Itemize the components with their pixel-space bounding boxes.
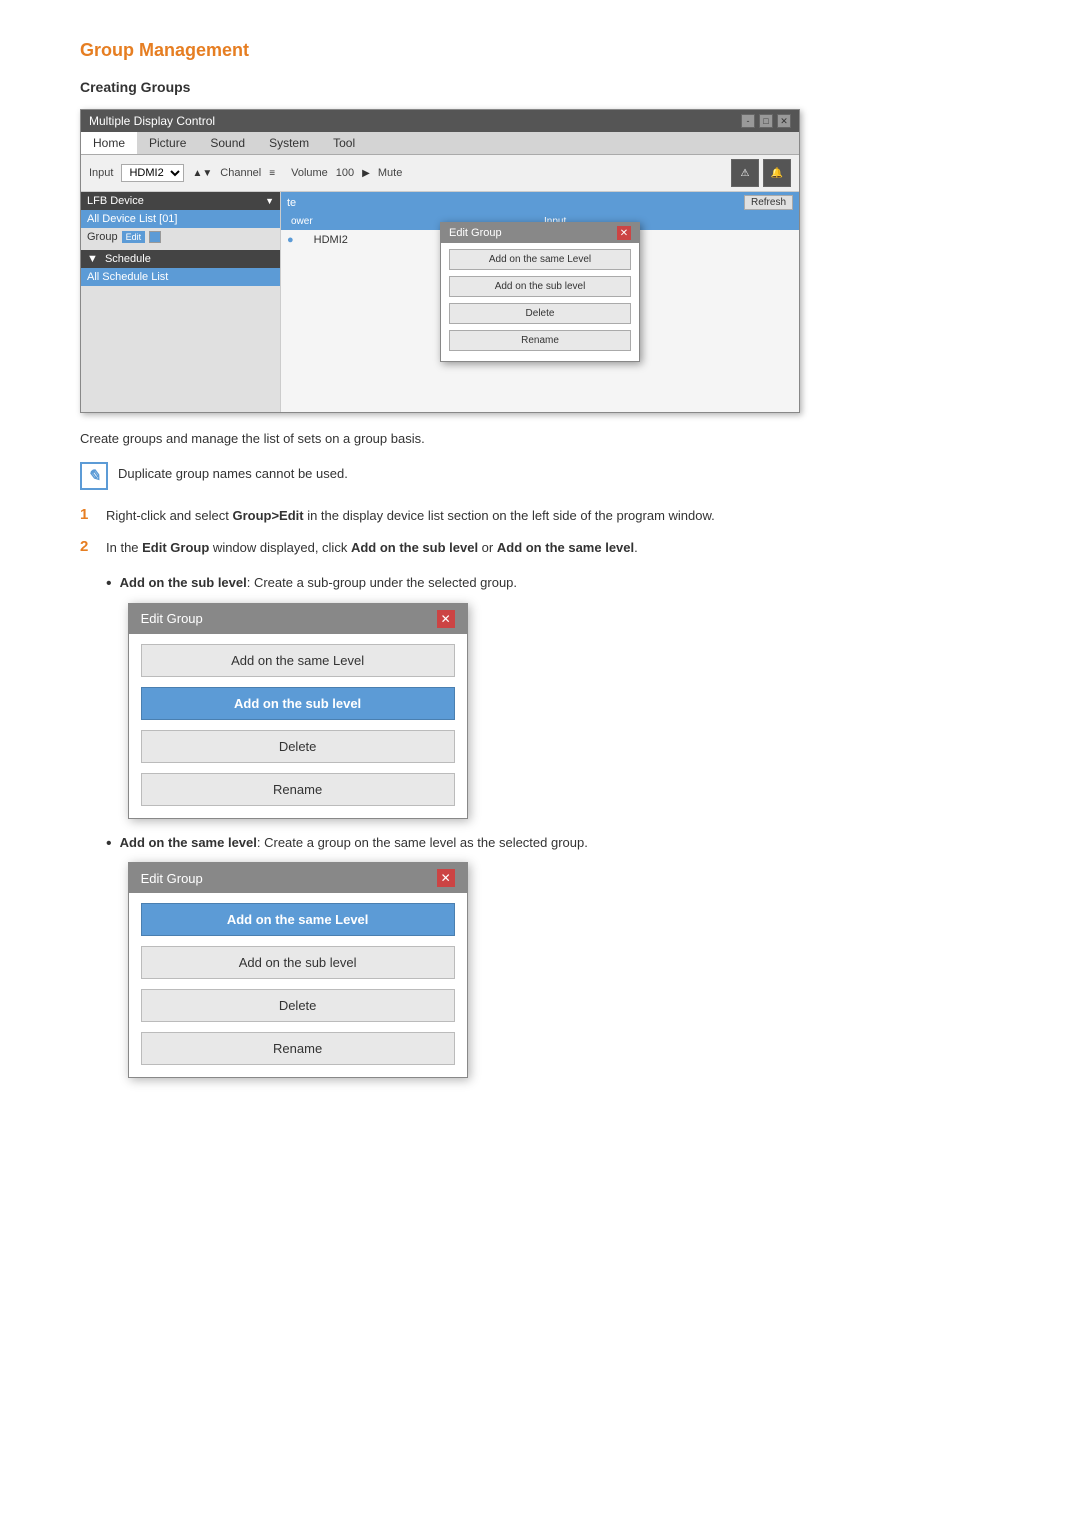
small-delete-btn[interactable]: Delete [449, 303, 631, 324]
step-1: 1 Right-click and select Group>Edit in t… [80, 506, 1000, 526]
edit-group-dialog-2: Edit Group ✕ Add on the same Level Add o… [128, 862, 468, 1078]
app-toolbar: Input HDMI2 ▲▼ Channel ≡ Volume 100 ▶ Mu… [81, 155, 799, 192]
dialog-1-rename-btn[interactable]: Rename [141, 773, 455, 806]
dialog-2-title: Edit Group [141, 871, 203, 886]
app-main-header: te Refresh [281, 192, 799, 213]
input-value: HDMI2 [314, 234, 348, 246]
step-2-text: In the Edit Group window displayed, clic… [106, 538, 638, 558]
sub-item-1: • Add on the sub level: Create a sub-gro… [106, 573, 1000, 819]
channel-label: Channel [220, 167, 261, 179]
titlebar-controls: - □ ✕ [741, 114, 791, 128]
step-2-number: 2 [80, 538, 96, 555]
small-add-sub-level-btn[interactable]: Add on the sub level [449, 276, 631, 297]
close-btn[interactable]: ✕ [777, 114, 791, 128]
menu-system[interactable]: System [257, 132, 321, 154]
small-add-same-level-btn[interactable]: Add on the same Level [449, 249, 631, 270]
bullet-2: • [106, 834, 112, 853]
note-text: Duplicate group names cannot be used. [118, 462, 348, 481]
edit-group-dialog-small: Edit Group ✕ Add on the same Level Add o… [440, 222, 640, 362]
sub-items: • Add on the sub level: Create a sub-gro… [106, 573, 1000, 1078]
dialog-title-small: Edit Group [449, 227, 502, 239]
app-sidebar: LFB Device ▼ All Device List [01] Group … [81, 192, 281, 412]
dialog-2-rename-btn[interactable]: Rename [141, 1032, 455, 1065]
note-box: ✎ Duplicate group names cannot be used. [80, 462, 1000, 490]
dialog-1-title: Edit Group [141, 611, 203, 626]
dialog-1-delete-btn[interactable]: Delete [141, 730, 455, 763]
dialog-2-delete-btn[interactable]: Delete [141, 989, 455, 1022]
dialog-2-add-same-btn[interactable]: Add on the same Level [141, 903, 455, 936]
mute-label[interactable]: Mute [378, 167, 402, 179]
minimize-btn[interactable]: - [741, 114, 755, 128]
schedule-header: ▼ Schedule [81, 250, 280, 268]
sub-item-2: • Add on the same level: Create a group … [106, 833, 1000, 1079]
all-devices-item[interactable]: All Device List [01] [81, 210, 280, 228]
input-label: Input [89, 167, 113, 179]
app-window: Multiple Display Control - □ ✕ Home Pict… [80, 109, 800, 413]
fault-device-icon: ⚠ [731, 159, 759, 187]
lfb-device-header: LFB Device ▼ [81, 192, 280, 210]
refresh-button[interactable]: Refresh [744, 195, 793, 210]
toolbar-icons: ⚠ 🔔 [731, 159, 791, 187]
bullet-1: • [106, 574, 112, 593]
dialog-1-close[interactable]: ✕ [437, 610, 455, 628]
main-header-text: te [287, 197, 296, 209]
sub-item-2-text: Add on the same level: Create a group on… [120, 833, 1000, 853]
menu-picture[interactable]: Picture [137, 132, 198, 154]
dialog-2-close[interactable]: ✕ [437, 869, 455, 887]
menu-tool[interactable]: Tool [321, 132, 367, 154]
dialog-1-add-same-btn[interactable]: Add on the same Level [141, 644, 455, 677]
app-main: te Refresh ower Input ● HDMI2 Edit Group… [281, 192, 799, 412]
schedule-section: ▼ Schedule All Schedule List [81, 250, 280, 286]
menu-home[interactable]: Home [81, 132, 137, 154]
app-window-title: Multiple Display Control [89, 114, 215, 128]
step-1-number: 1 [80, 506, 96, 523]
fault-device-alert-icon: 🔔 [763, 159, 791, 187]
volume-value: 100 [336, 167, 354, 179]
all-schedule-item[interactable]: All Schedule List [81, 268, 280, 286]
section-title: Creating Groups [80, 79, 1000, 95]
dialog-2-add-sub-btn[interactable]: Add on the sub level [141, 946, 455, 979]
note-icon: ✎ [80, 462, 108, 490]
dialog-close-small[interactable]: ✕ [617, 226, 631, 240]
app-menubar: Home Picture Sound System Tool [81, 132, 799, 155]
dialog-1-add-sub-btn[interactable]: Add on the sub level [141, 687, 455, 720]
hdmi-select[interactable]: HDMI2 [121, 164, 184, 182]
description: Create groups and manage the list of set… [80, 431, 1000, 446]
steps-list: 1 Right-click and select Group>Edit in t… [80, 506, 1000, 557]
small-rename-btn[interactable]: Rename [449, 330, 631, 351]
step-1-text: Right-click and select Group>Edit in the… [106, 506, 715, 526]
group-checkbox[interactable] [149, 231, 161, 243]
sub-item-1-content: Add on the sub level: Create a sub-group… [120, 573, 1000, 819]
power-circle: ● [287, 234, 294, 246]
dialog-titlebar-1: Edit Group ✕ [129, 604, 467, 634]
edit-button[interactable]: Edit [122, 231, 146, 243]
sub-item-2-content: Add on the same level: Create a group on… [120, 833, 1000, 1079]
page-title: Group Management [80, 40, 1000, 61]
dialog-titlebar-2: Edit Group ✕ [129, 863, 467, 893]
dialog-titlebar-small: Edit Group ✕ [441, 223, 639, 243]
step-2: 2 In the Edit Group window displayed, cl… [80, 538, 1000, 558]
sub-item-1-text: Add on the sub level: Create a sub-group… [120, 573, 1000, 593]
edit-group-dialog-1: Edit Group ✕ Add on the same Level Add o… [128, 603, 468, 819]
group-row: Group Edit [81, 228, 280, 246]
menu-sound[interactable]: Sound [198, 132, 257, 154]
maximize-btn[interactable]: □ [759, 114, 773, 128]
app-body: LFB Device ▼ All Device List [01] Group … [81, 192, 799, 412]
group-label: Group [87, 231, 118, 243]
volume-label: Volume [291, 167, 328, 179]
app-titlebar: Multiple Display Control - □ ✕ [81, 110, 799, 132]
